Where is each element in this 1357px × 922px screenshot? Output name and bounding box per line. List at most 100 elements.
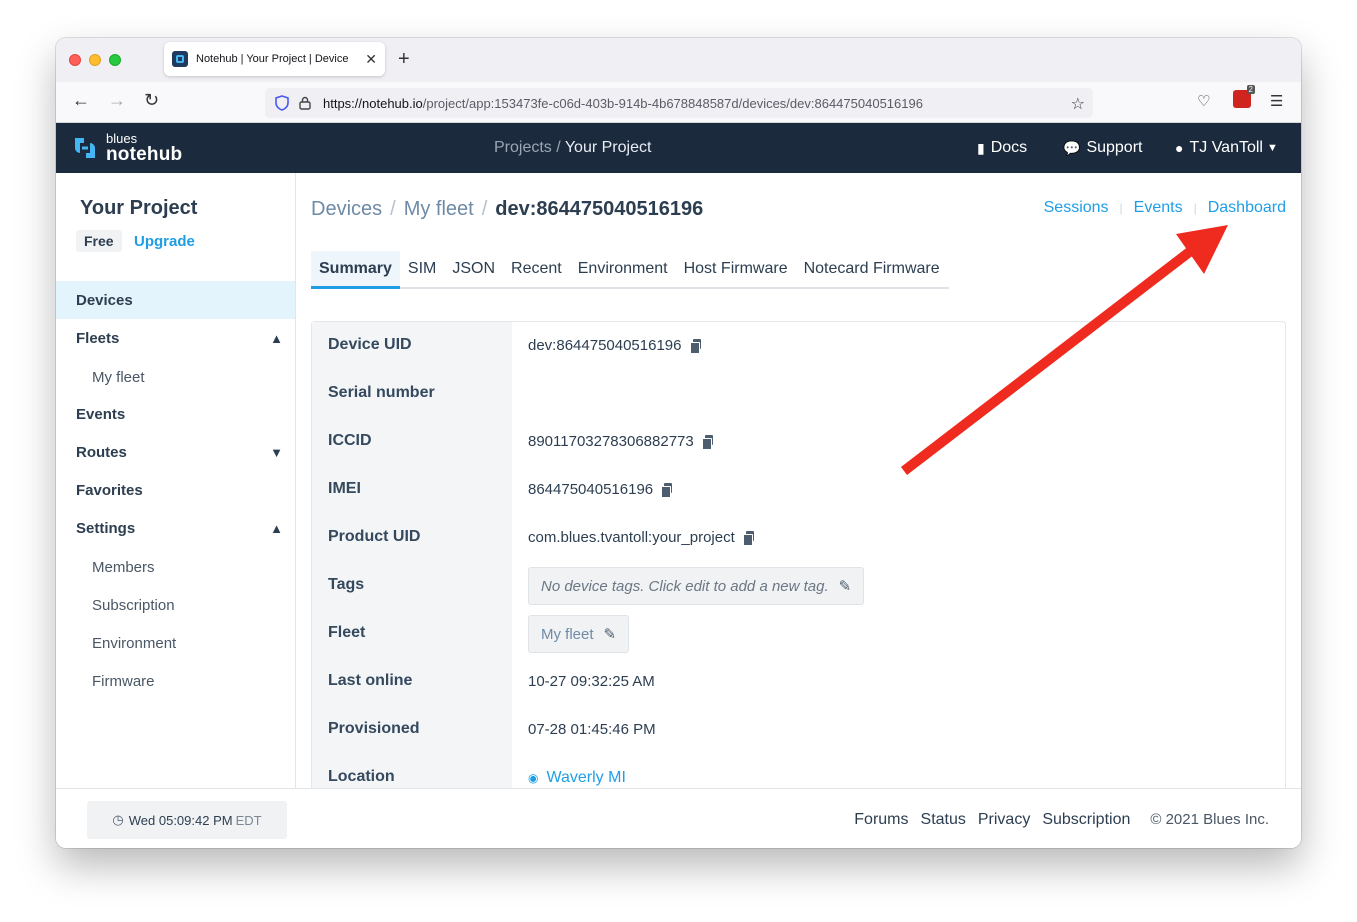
field-row-tags: Tags No device tags. Click edit to add a… — [312, 562, 1287, 610]
sidebar-item-devices[interactable]: Devices — [56, 281, 295, 319]
dashboard-link[interactable]: Dashboard — [1208, 199, 1286, 217]
tab-sim[interactable]: SIM — [400, 251, 444, 289]
location-pin-icon: ◉ — [528, 771, 539, 785]
footer-link-forums[interactable]: Forums — [854, 811, 908, 829]
clock-icon: ◷ — [112, 812, 124, 827]
bookmark-star-icon[interactable]: ☆ — [1071, 94, 1085, 114]
sidebar-item-subscription[interactable]: Subscription — [92, 597, 175, 614]
breadcrumb-separator: / — [481, 198, 488, 220]
field-label: ICCID — [328, 432, 372, 449]
footer-link-subscription[interactable]: Subscription — [1042, 811, 1130, 829]
copy-icon[interactable] — [661, 483, 673, 498]
forward-arrow-icon[interactable]: → — [108, 90, 126, 111]
upgrade-link[interactable]: Upgrade — [134, 233, 195, 250]
sidebar-item-favorites[interactable]: Favorites — [56, 471, 295, 509]
field-row-iccid: ICCID 89011703278306882773 — [312, 418, 1287, 466]
url-text[interactable]: https://notehub.io/project/app:153473fe-… — [323, 96, 923, 111]
breadcrumb-fleet-link[interactable]: My fleet — [404, 198, 474, 220]
plan-badge: Free — [76, 230, 122, 252]
product-uid-value: com.blues.tvantoll:your_project — [528, 529, 735, 546]
minimize-window-button[interactable] — [89, 54, 101, 66]
notehub-logo[interactable]: blues notehub — [72, 132, 182, 164]
tab-json[interactable]: JSON — [444, 251, 503, 289]
chevron-up-icon[interactable]: ▲ — [270, 331, 283, 346]
sidebar-item-environment[interactable]: Environment — [92, 635, 176, 652]
device-uid-value: dev:864475040516196 — [528, 337, 682, 354]
user-menu[interactable]: ● TJ VanToll ▼ — [1175, 139, 1278, 157]
footer-link-privacy[interactable]: Privacy — [978, 811, 1030, 829]
crumb-projects-link[interactable]: Projects / — [494, 139, 561, 156]
header-breadcrumb: Projects / Your Project — [494, 139, 651, 157]
sidebar-item-settings[interactable]: Settings ▲ — [56, 509, 295, 547]
copy-icon[interactable] — [701, 435, 713, 450]
footer-link-status[interactable]: Status — [921, 811, 966, 829]
new-tab-button[interactable]: + — [398, 48, 410, 71]
pocket-icon[interactable]: ♡ — [1197, 92, 1210, 110]
docs-label: Docs — [990, 139, 1028, 156]
tab-strip: Notehub | Your Project | Device ✕ + — [56, 38, 1301, 82]
clock-timezone: EDT — [235, 812, 262, 828]
sidebar-item-my-fleet[interactable]: My fleet — [92, 369, 145, 386]
pencil-icon[interactable]: ✎ — [839, 577, 852, 595]
field-row-fleet: Fleet My fleet ✎ — [312, 610, 1287, 658]
navigation-bar: ← → ↻ https://notehub.io/project/app:153… — [56, 82, 1301, 123]
imei-value: 864475040516196 — [528, 481, 654, 498]
browser-tab[interactable]: Notehub | Your Project | Device ✕ — [164, 42, 385, 76]
sidebar-item-events[interactable]: Events — [56, 395, 295, 433]
tab-notecard-firmware[interactable]: Notecard Firmware — [796, 251, 948, 289]
location-link[interactable]: Waverly MI — [546, 769, 625, 787]
close-tab-icon[interactable]: ✕ — [365, 51, 377, 68]
sidebar-item-fleets[interactable]: Fleets ▲ — [56, 319, 295, 357]
extension-icon[interactable]: 2 — [1233, 85, 1255, 108]
fleet-box[interactable]: My fleet ✎ — [528, 615, 630, 653]
docs-link[interactable]: ▮ Docs — [977, 139, 1027, 157]
reload-icon[interactable]: ↻ — [144, 90, 159, 111]
chat-bubbles-icon: 💬 — [1063, 139, 1081, 156]
tracking-shield-icon[interactable] — [275, 95, 289, 111]
support-link[interactable]: 💬 Support — [1063, 139, 1142, 157]
url-bar[interactable]: https://notehub.io/project/app:153473fe-… — [265, 88, 1093, 118]
extension-badge: 2 — [1246, 85, 1255, 94]
back-arrow-icon[interactable]: ← — [72, 90, 90, 111]
last-online-value: 10-27 09:32:25 AM — [528, 673, 655, 690]
notehub-favicon-icon — [172, 51, 188, 67]
provisioned-value: 07-28 01:45:46 PM — [528, 721, 656, 738]
zoom-window-button[interactable] — [109, 54, 121, 66]
lock-icon[interactable] — [299, 96, 311, 110]
tab-recent[interactable]: Recent — [503, 251, 570, 289]
fleet-value[interactable]: My fleet — [541, 626, 594, 643]
blues-logo-icon — [75, 138, 95, 158]
menu-hamburger-icon[interactable]: ☰ — [1270, 92, 1283, 110]
field-row-imei: IMEI 864475040516196 — [312, 466, 1287, 514]
sessions-link[interactable]: Sessions — [1044, 199, 1109, 217]
device-tabs: Summary SIM JSON Recent Environment Host… — [311, 251, 949, 289]
breadcrumb-devices-link[interactable]: Devices — [311, 198, 382, 220]
tags-box[interactable]: No device tags. Click edit to add a new … — [528, 567, 865, 605]
breadcrumb: Devices / My fleet / dev:864475040516196 — [311, 198, 703, 221]
field-label: Tags — [328, 576, 365, 593]
app-header: blues notehub Projects / Your Project ▮ D… — [56, 123, 1301, 173]
field-label: Serial number — [328, 384, 435, 401]
field-label: Device UID — [328, 336, 412, 353]
crumb-current-project: Your Project — [564, 139, 652, 156]
sidebar-item-routes[interactable]: Routes ▼ — [56, 433, 295, 471]
copy-icon[interactable] — [689, 339, 701, 354]
sidebar-item-label: Routes — [76, 443, 127, 461]
events-link[interactable]: Events — [1134, 199, 1183, 217]
field-label: Last online — [328, 672, 413, 689]
sidebar-item-firmware[interactable]: Firmware — [92, 673, 155, 690]
sidebar-item-label: Devices — [76, 291, 133, 309]
chevron-down-icon[interactable]: ▼ — [270, 445, 283, 460]
copy-icon[interactable] — [742, 531, 754, 546]
tab-environment[interactable]: Environment — [570, 251, 676, 289]
main-content: Devices / My fleet / dev:864475040516196 Ses… — [296, 173, 1301, 788]
close-window-button[interactable] — [69, 54, 81, 66]
tab-summary[interactable]: Summary — [311, 251, 400, 289]
iccid-value: 89011703278306882773 — [528, 433, 694, 450]
tab-host-firmware[interactable]: Host Firmware — [676, 251, 796, 289]
divider: | — [1119, 201, 1123, 215]
sidebar-item-members[interactable]: Members — [92, 559, 155, 576]
field-label: Product UID — [328, 528, 421, 545]
pencil-icon[interactable]: ✎ — [604, 625, 617, 643]
chevron-up-icon[interactable]: ▲ — [270, 521, 283, 536]
